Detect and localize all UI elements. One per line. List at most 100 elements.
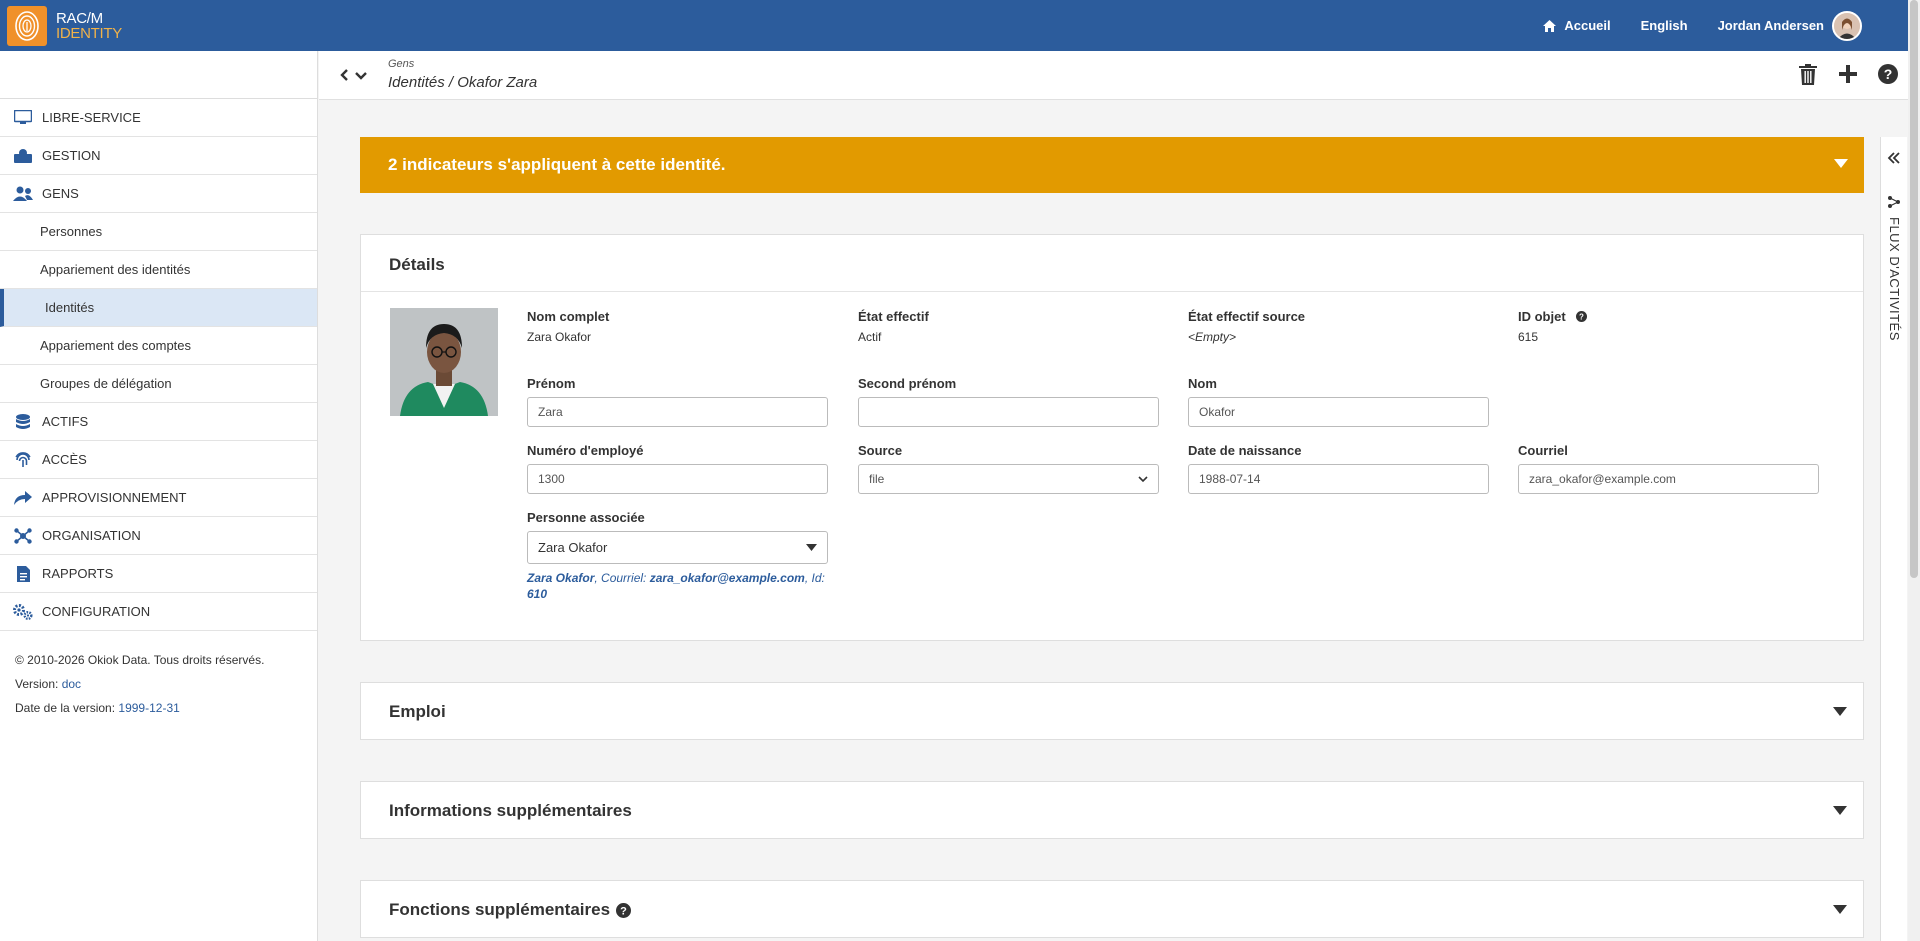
object-id-field: ID objet ? 615: [1518, 309, 1587, 344]
section-informations-supplementaires[interactable]: Informations supplémentaires: [360, 781, 1864, 839]
svg-text:?: ?: [620, 905, 627, 917]
add-button[interactable]: [1837, 63, 1859, 85]
home-icon: [1543, 19, 1557, 32]
sidebar-item-gestion[interactable]: GESTION: [0, 137, 317, 175]
birth-date-input[interactable]: 1988-07-14: [1188, 464, 1489, 494]
sidebar-item-label: RAPPORTS: [42, 566, 114, 581]
help-button[interactable]: ?: [1877, 63, 1899, 85]
help-icon[interactable]: ?: [1575, 311, 1587, 322]
middle-name-label: Second prénom: [858, 376, 957, 391]
sidebar-item-label: GESTION: [42, 148, 101, 163]
scrollbar[interactable]: [1908, 0, 1920, 941]
last-name-input[interactable]: Okafor: [1188, 397, 1489, 427]
birth-date-field: Date de naissance 1988-07-14: [1188, 443, 1489, 494]
section-emploi[interactable]: Emploi: [360, 682, 1864, 740]
source-label: Source: [858, 443, 903, 458]
full-name-field: Nom complet Zara Okafor: [527, 309, 609, 344]
note-email-label: , Courriel:: [594, 571, 650, 585]
associated-person-note-name[interactable]: Zara Okafor: [527, 571, 594, 585]
home-link[interactable]: Accueil: [1543, 18, 1611, 33]
full-name-label: Nom complet: [527, 309, 610, 324]
middle-name-field: Second prénom: [858, 376, 1159, 427]
sidebar-item-acces[interactable]: ACCÈS: [0, 441, 317, 479]
indicators-banner[interactable]: 2 indicateurs s'appliquent à cette ident…: [360, 137, 1864, 193]
full-name-value: Zara Okafor: [527, 330, 592, 344]
sidebar-footer: © 2010-2026 Okiok Data. Tous droits rése…: [0, 631, 317, 737]
app-logo[interactable]: RAC/M IDENTITY: [0, 0, 122, 51]
email-label: Courriel: [1518, 443, 1568, 458]
sidebar-item-label: ACTIFS: [42, 414, 89, 429]
database-icon: [13, 413, 33, 430]
source-select-value: file: [869, 472, 885, 486]
version-link[interactable]: doc: [62, 677, 81, 691]
sidebar-item-actifs[interactable]: ACTIFS: [0, 403, 317, 441]
activity-feed-rail[interactable]: FLUX D'ACTIVITÉS: [1880, 137, 1907, 941]
sidebar-item-label: LIBRE-SERVICE: [42, 110, 141, 125]
sidebar-item-gens[interactable]: GENS: [0, 175, 317, 213]
sidebar-item-label: APPROVISIONNEMENT: [42, 490, 187, 505]
activity-feed-label: FLUX D'ACTIVITÉS: [1887, 217, 1902, 341]
management-icon: [13, 148, 33, 164]
associated-person-select[interactable]: Zara Okafor: [527, 531, 828, 564]
copyright: © 2010-2026 Okiok Data. Tous droits rése…: [15, 653, 265, 667]
sidebar-subitem-identites[interactable]: Identités: [0, 289, 317, 327]
birth-date-label: Date de naissance: [1188, 443, 1302, 458]
identity-photo: [390, 308, 498, 416]
sidebar-subitem-appariement-identites[interactable]: Appariement des identités: [0, 251, 317, 289]
sidebar-subitem-personnes[interactable]: Personnes: [0, 213, 317, 251]
sidebar-item-organisation[interactable]: ORGANISATION: [0, 517, 317, 555]
sidebar-item-rapports[interactable]: RAPPORTS: [0, 555, 317, 593]
chevron-down-icon: [1138, 475, 1148, 482]
people-icon: [13, 186, 33, 202]
effective-state-source-field: État effectif source <Empty>: [1188, 309, 1305, 344]
section-title: Fonctions supplémentaires: [389, 900, 611, 919]
monitor-icon: [13, 110, 33, 126]
gears-icon: [13, 603, 33, 620]
sidebar-item-configuration[interactable]: CONFIGURATION: [0, 593, 317, 631]
caret-down-icon: [1834, 159, 1848, 168]
sidebar-item-label: GENS: [42, 186, 79, 201]
effective-state-value: Actif: [858, 330, 882, 344]
fingerprint-logo-icon: [7, 5, 47, 46]
user-name: Jordan Andersen: [1717, 18, 1824, 33]
breadcrumb-section[interactable]: Gens: [388, 58, 414, 70]
question-icon: ?: [1878, 64, 1898, 84]
language-switch[interactable]: English: [1641, 18, 1688, 33]
back-arrow-icon[interactable]: [339, 69, 349, 84]
top-bar: RAC/M IDENTITY Accueil English Jordan An…: [0, 0, 1920, 51]
sidebar-item-label: ACCÈS: [42, 452, 87, 467]
sidebar-item-libre-service[interactable]: LIBRE-SERVICE: [0, 99, 317, 137]
report-icon: [13, 565, 33, 582]
email-field[interactable]: zara_okafor@example.com: [1518, 464, 1819, 494]
sidebar-subitem-appariement-comptes[interactable]: Appariement des comptes: [0, 327, 317, 365]
sidebar-item-approvisionnement[interactable]: APPROVISIONNEMENT: [0, 479, 317, 517]
section-fonctions-supplementaires[interactable]: Fonctions supplémentaires ?: [360, 880, 1864, 938]
middle-name-input[interactable]: [858, 397, 1159, 427]
associated-person-label: Personne associée: [527, 510, 645, 525]
help-icon[interactable]: ?: [616, 902, 632, 918]
note-id-label: , Id:: [804, 571, 825, 585]
first-name-field: Prénom Zara: [527, 376, 828, 427]
activity-feed-icon: [1888, 196, 1900, 208]
sidebar: LIBRE-SERVICE GESTION GENS Personnes App…: [0, 51, 318, 941]
release-date-link[interactable]: 1999-12-31: [118, 701, 179, 715]
caret-down-icon: [806, 544, 817, 551]
email-field-group: Courriel zara_okafor@example.com: [1518, 443, 1819, 494]
double-chevron-left-icon[interactable]: [1887, 151, 1901, 165]
logo-line2: IDENTITY: [56, 24, 122, 42]
effective-state-label: État effectif: [858, 309, 929, 324]
sidebar-subitem-groupes-delegation[interactable]: Groupes de délégation: [0, 365, 317, 403]
user-menu[interactable]: Jordan Andersen: [1717, 10, 1862, 41]
employee-number-input[interactable]: 1300: [527, 464, 828, 494]
details-card: Détails Nom complet Zara Okafor État eff…: [360, 234, 1864, 641]
svg-text:?: ?: [1884, 66, 1893, 82]
source-select[interactable]: file: [858, 464, 1159, 494]
object-id-label: ID objet: [1518, 309, 1566, 324]
chevron-down-icon[interactable]: [355, 69, 367, 84]
first-name-input[interactable]: Zara: [527, 397, 828, 427]
sidebar-item-label: CONFIGURATION: [42, 604, 151, 619]
delete-button[interactable]: [1797, 63, 1819, 85]
plus-icon: [1839, 65, 1857, 83]
share-icon: [13, 490, 33, 506]
scrollbar-thumb[interactable]: [1910, 0, 1918, 578]
